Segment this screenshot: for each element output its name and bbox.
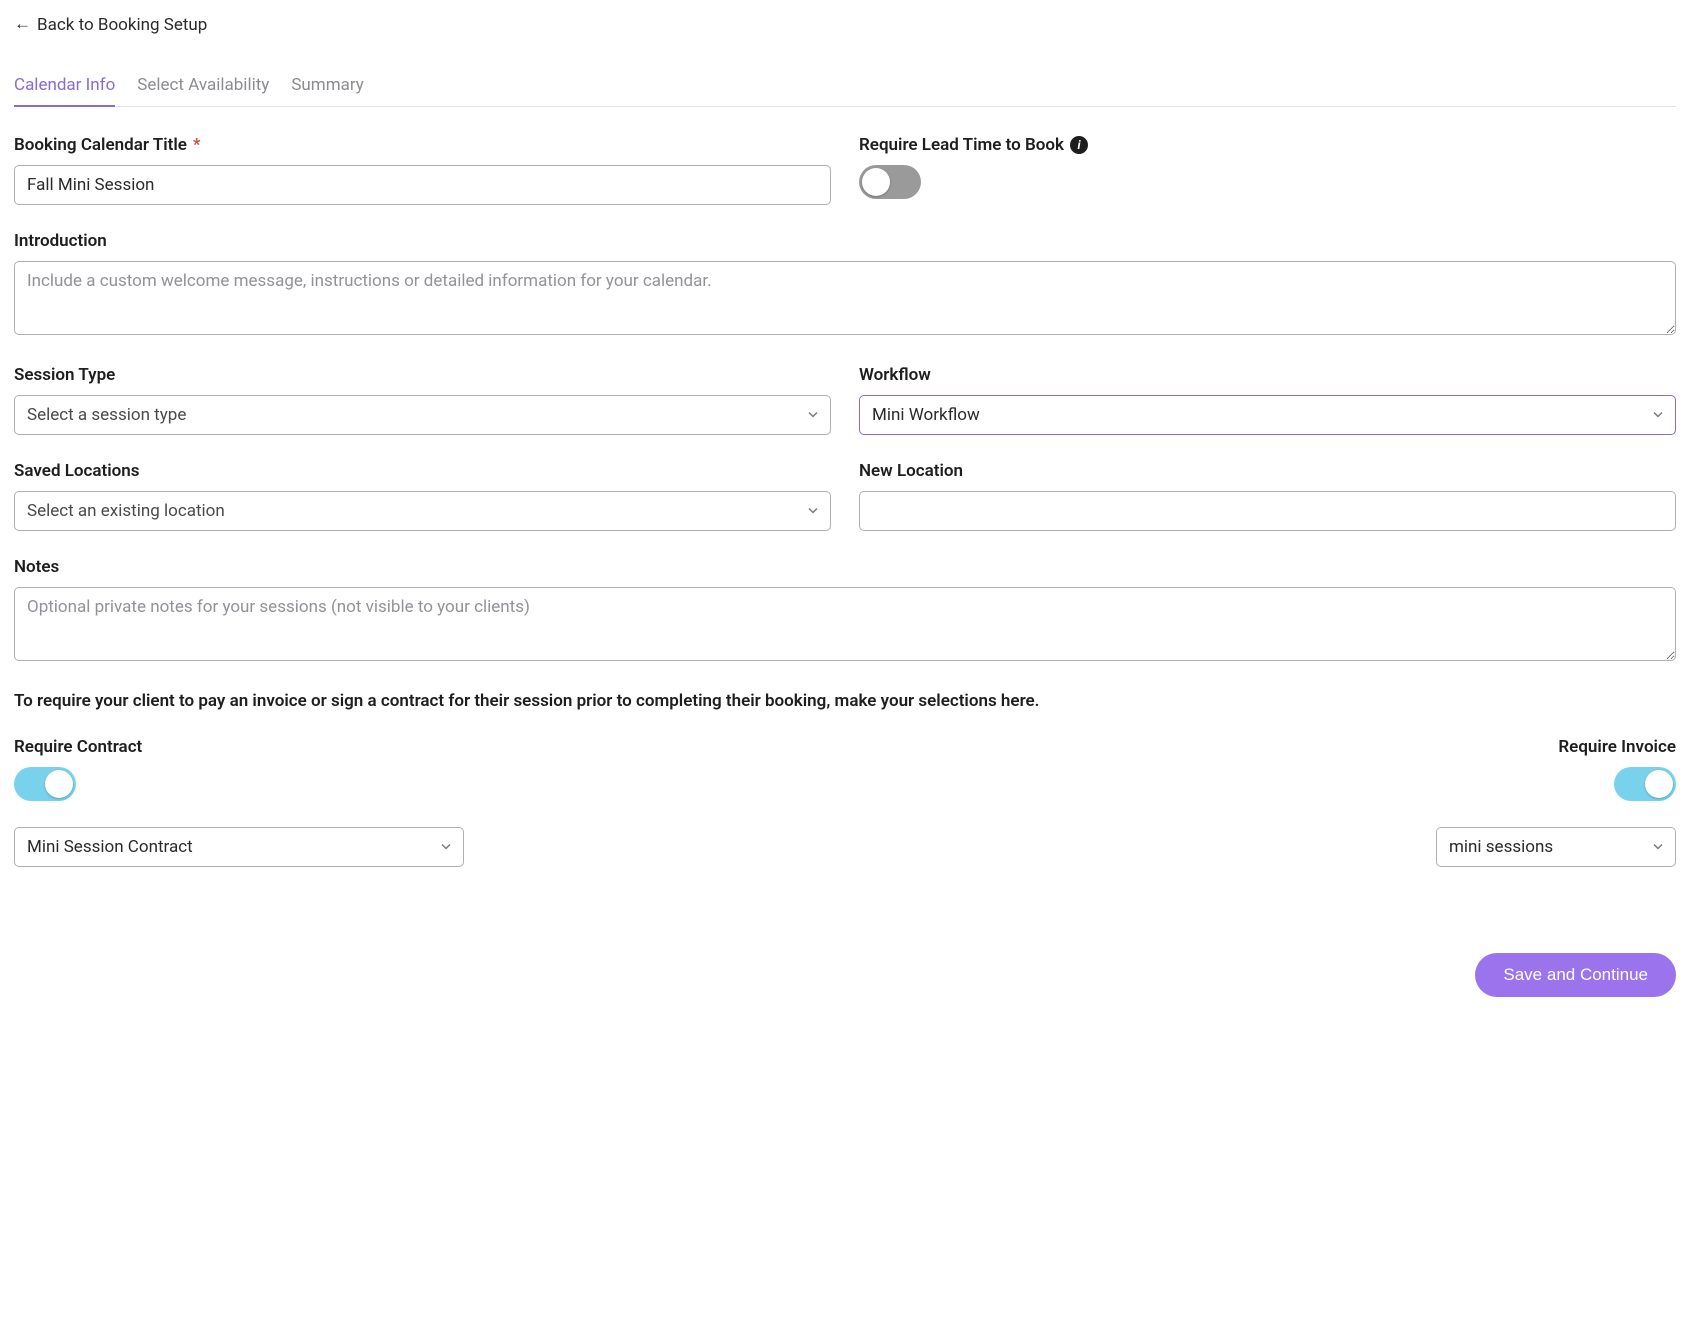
back-link[interactable]: ← Back to Booking Setup — [14, 15, 207, 35]
workflow-label: Workflow — [859, 365, 1676, 385]
introduction-textarea[interactable] — [14, 261, 1676, 335]
booking-title-input[interactable] — [14, 165, 831, 205]
notes-textarea[interactable] — [14, 587, 1676, 661]
back-link-text: Back to Booking Setup — [37, 15, 207, 35]
toggle-knob — [45, 770, 73, 798]
lead-time-label: Require Lead Time to Book i — [859, 135, 1676, 155]
require-contract-label: Require Contract — [14, 737, 831, 757]
info-icon[interactable]: i — [1070, 136, 1088, 154]
tab-calendar-info[interactable]: Calendar Info — [14, 75, 115, 107]
tab-select-availability[interactable]: Select Availability — [137, 75, 269, 106]
new-location-label: New Location — [859, 461, 1676, 481]
saved-locations-label: Saved Locations — [14, 461, 831, 481]
invoice-select[interactable]: mini sessions — [1436, 827, 1676, 867]
workflow-select[interactable]: Mini Workflow — [859, 395, 1676, 435]
lead-time-toggle[interactable] — [859, 165, 921, 199]
require-invoice-toggle[interactable] — [1614, 767, 1676, 801]
saved-locations-select[interactable]: Select an existing location — [14, 491, 831, 531]
new-location-input[interactable] — [859, 491, 1676, 531]
tabs: Calendar Info Select Availability Summar… — [14, 75, 1676, 107]
toggle-knob — [862, 168, 890, 196]
session-type-select[interactable]: Select a session type — [14, 395, 831, 435]
tab-summary[interactable]: Summary — [291, 75, 363, 106]
require-contract-toggle[interactable] — [14, 767, 76, 801]
save-continue-button[interactable]: Save and Continue — [1475, 953, 1676, 997]
contract-select[interactable]: Mini Session Contract — [14, 827, 464, 867]
require-invoice-label: Require Invoice — [859, 737, 1676, 757]
introduction-label: Introduction — [14, 231, 1676, 251]
title-label: Booking Calendar Title* — [14, 135, 831, 155]
require-helper-text: To require your client to pay an invoice… — [14, 691, 1676, 711]
toggle-knob — [1645, 770, 1673, 798]
arrow-left-icon: ← — [14, 16, 31, 33]
notes-label: Notes — [14, 557, 1676, 577]
calendar-info-form: Booking Calendar Title* Require Lead Tim… — [14, 135, 1676, 997]
session-type-label: Session Type — [14, 365, 831, 385]
